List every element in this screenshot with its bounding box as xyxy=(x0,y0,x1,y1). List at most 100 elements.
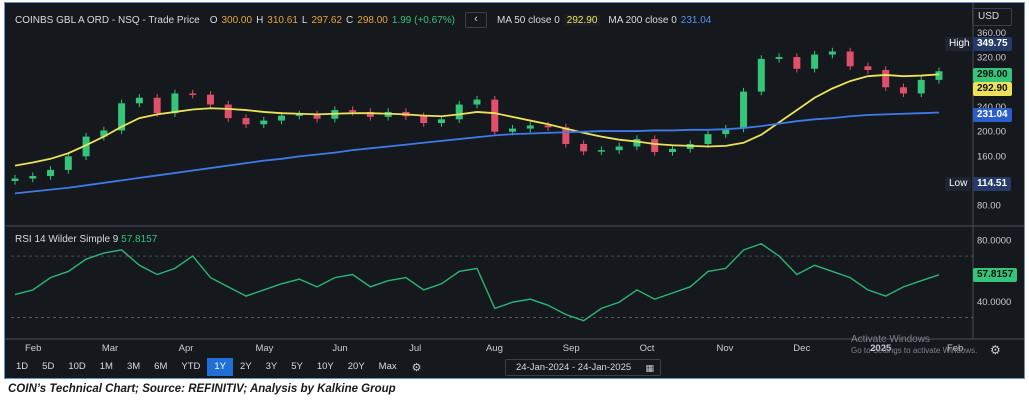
candle-body xyxy=(420,116,428,124)
candle-body xyxy=(29,176,37,179)
candle-body xyxy=(882,70,890,88)
open-value: 300.00 xyxy=(221,14,253,26)
high-tag-value: 349.75 xyxy=(973,37,1012,51)
x-axis-tick: Apr xyxy=(179,343,194,354)
watermark-title: Activate Windows xyxy=(851,334,930,345)
open-label: O xyxy=(209,14,218,26)
price-axis-tick: 160.00 xyxy=(977,151,1006,162)
ma50-tag: 292.90 xyxy=(973,82,1012,96)
range-button-6m[interactable]: 6M xyxy=(147,358,174,376)
candle-body xyxy=(473,99,481,105)
range-button-20y[interactable]: 20Y xyxy=(341,358,372,376)
candle-body xyxy=(135,97,143,104)
price-axis-tick: 80.00 xyxy=(977,201,1001,212)
range-button-1y[interactable]: 1Y xyxy=(207,358,233,376)
candle-body xyxy=(864,66,872,70)
candle-body xyxy=(526,125,534,129)
range-button-2y[interactable]: 2Y xyxy=(233,358,259,376)
candle-body xyxy=(491,99,499,132)
chart-frame: 360.00320.00280.00240.00200.00160.00120.… xyxy=(4,2,1025,379)
range-button-5y[interactable]: 5Y xyxy=(284,358,310,376)
x-axis-tick: May xyxy=(255,343,273,354)
candle-body xyxy=(171,93,179,114)
range-toolbar: 1D 5D 10D 1M 3M 6M YTD 1Y 2Y 3Y 5Y 10Y 20Y Max ⚙ xyxy=(9,358,430,376)
x-axis-tick: Nov xyxy=(716,343,733,354)
price-axis-tick: 320.00 xyxy=(977,53,1006,64)
candle-body xyxy=(580,144,588,152)
rsi-axis-tick: 80.0000 xyxy=(977,236,1011,247)
low-tag-value: 114.51 xyxy=(973,177,1012,191)
candle-body xyxy=(668,148,676,153)
range-button-1m[interactable]: 1M xyxy=(93,358,120,376)
candle-body xyxy=(349,110,357,112)
candle-body xyxy=(793,57,801,69)
figure-caption: COIN’s Technical Chart; Source: REFINITI… xyxy=(8,383,396,395)
candle-body xyxy=(811,54,819,69)
rsi-axis-tick: 40.0000 xyxy=(977,297,1011,308)
chevron-left-icon[interactable]: ‹ xyxy=(464,12,487,28)
rsi-value: 57.8157 xyxy=(121,234,158,245)
range-button-1d[interactable]: 1D xyxy=(9,358,35,376)
ma50-value: 292.90 xyxy=(563,14,601,26)
candle-body xyxy=(846,51,854,67)
range-button-max[interactable]: Max xyxy=(372,358,404,376)
close-value: 298.00 xyxy=(357,14,388,26)
candle-body xyxy=(651,139,659,153)
candle-body xyxy=(899,87,907,94)
settings-icon[interactable]: ⚙ xyxy=(990,343,1001,357)
candle-body xyxy=(615,146,623,151)
rsi-line xyxy=(14,242,940,322)
candle-body xyxy=(828,51,836,55)
high-label: H xyxy=(256,14,264,26)
candle-body xyxy=(47,169,55,177)
candle-body xyxy=(935,71,943,80)
range-button-ytd[interactable]: YTD xyxy=(174,358,207,376)
x-axis-tick: Feb xyxy=(25,343,41,354)
candle-body xyxy=(224,104,232,119)
high-value: 310.61 xyxy=(267,14,298,26)
low-label: L xyxy=(301,14,308,26)
x-axis-tick: Jun xyxy=(332,343,347,354)
ma200-line xyxy=(14,111,940,195)
candle-body xyxy=(740,91,748,129)
range-button-5d[interactable]: 5D xyxy=(35,358,61,376)
candle-body xyxy=(509,128,517,132)
gear-icon[interactable]: ⚙ xyxy=(412,361,422,374)
range-button-3m[interactable]: 3M xyxy=(120,358,147,376)
ma200-value: 231.04 xyxy=(680,14,712,26)
candle-body xyxy=(455,104,463,120)
candle-body xyxy=(64,156,72,170)
range-button-3y[interactable]: 3Y xyxy=(259,358,285,376)
low-tag-label: Low xyxy=(945,177,972,191)
candle-body xyxy=(189,93,197,95)
calendar-icon[interactable]: ▦ xyxy=(645,361,654,376)
candle-body xyxy=(597,150,605,152)
ma200-label: MA 200 close 0 xyxy=(608,14,677,26)
x-axis-tick: Dec xyxy=(793,343,810,354)
range-button-10y[interactable]: 10Y xyxy=(310,358,341,376)
close-label: C xyxy=(346,14,354,26)
watermark-subtitle: Go to Settings to activate Windows. xyxy=(851,346,978,355)
date-range-label: 24-Jan-2024 - 24-Jan-2025 xyxy=(516,362,632,373)
x-axis-tick: Oct xyxy=(640,343,655,354)
candle-body xyxy=(260,120,268,125)
candle-body xyxy=(775,57,783,59)
chart-canvas: 360.00320.00280.00240.00200.00160.00120.… xyxy=(5,3,1024,354)
candle-body xyxy=(153,97,161,114)
x-axis-tick: Mar xyxy=(102,343,118,354)
candle-body xyxy=(206,94,214,105)
candle-body xyxy=(278,115,286,121)
currency-label: USD xyxy=(978,11,1000,22)
ma50-label: MA 50 close 0 xyxy=(496,14,560,26)
price-axis-tick: 200.00 xyxy=(977,127,1006,138)
rsi-label: RSI 14 Wilder Simple 9 xyxy=(15,234,119,245)
currency-select[interactable]: USD xyxy=(972,8,1012,26)
date-range-field[interactable]: 24-Jan-2024 - 24-Jan-2025 ▦ xyxy=(505,359,661,376)
change-value: 1.99 (+0.67%) xyxy=(391,14,455,26)
candle-body xyxy=(917,79,925,94)
range-button-10d[interactable]: 10D xyxy=(61,358,92,376)
candle-body xyxy=(757,58,765,92)
symbol-label: COINBS GBL A ORD - NSQ - Trade Price xyxy=(15,14,200,26)
rsi-tag: 57.8157 xyxy=(973,268,1018,282)
rsi-legend: RSI 14 Wilder Simple 9 57.8157 xyxy=(15,234,157,245)
